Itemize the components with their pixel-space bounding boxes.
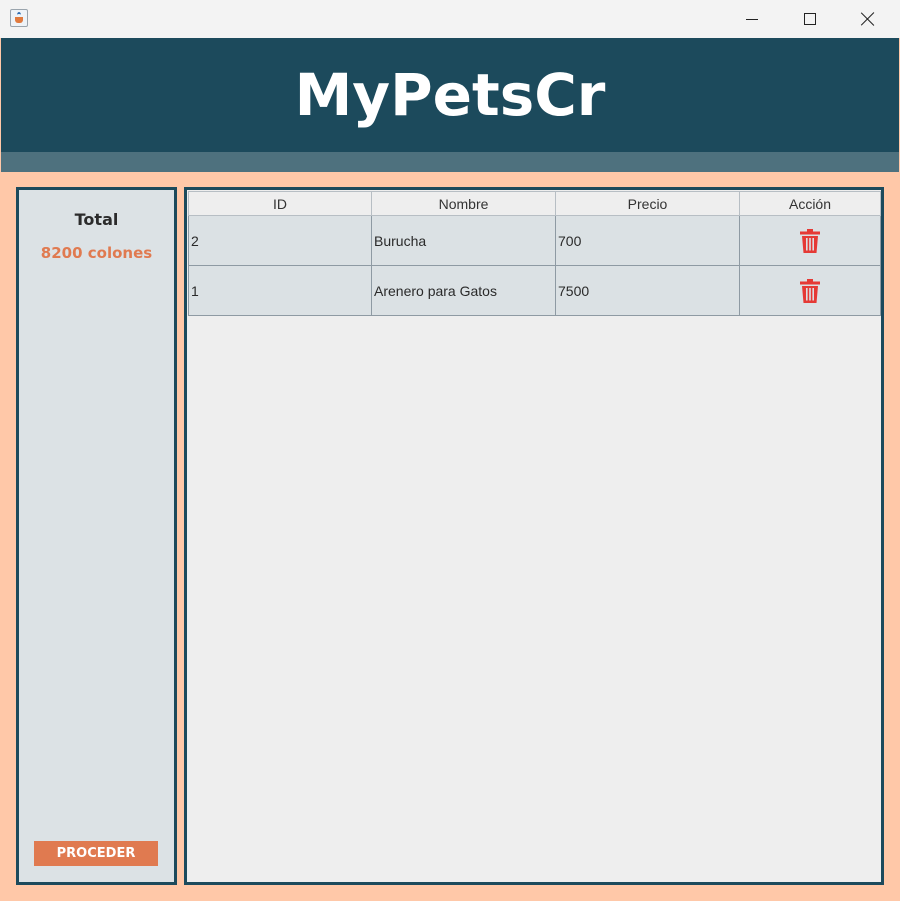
table-header: ID Nombre Precio Acción (188, 191, 881, 216)
minimize-icon (746, 18, 758, 20)
cell-nombre: Arenero para Gatos (372, 266, 556, 316)
trash-icon[interactable] (798, 228, 822, 254)
trash-icon[interactable] (798, 278, 822, 304)
maximize-icon (804, 13, 816, 25)
app-header: MyPetsCr (1, 38, 899, 152)
cell-precio: 700 (556, 216, 740, 266)
app-title: MyPetsCr (294, 61, 606, 129)
close-button[interactable] (839, 0, 897, 38)
column-header-accion[interactable]: Acción (740, 191, 881, 216)
column-header-id[interactable]: ID (188, 191, 372, 216)
cart-table: ID Nombre Precio Acción 2 Burucha 700 1 … (188, 191, 881, 316)
cell-nombre: Burucha (372, 216, 556, 266)
cell-id: 2 (188, 216, 372, 266)
close-icon (861, 12, 875, 26)
summary-panel: Total 8200 colones PROCEDER (16, 187, 177, 885)
cell-precio: 7500 (556, 266, 740, 316)
total-value: 8200 colones (40, 244, 153, 262)
column-header-nombre[interactable]: Nombre (372, 191, 556, 216)
cell-id: 1 (188, 266, 372, 316)
table-row[interactable]: 2 Burucha 700 (188, 216, 881, 266)
java-cup-icon (10, 9, 28, 27)
cell-accion (740, 216, 881, 266)
app-window: MyPetsCr Total 8200 colones PROCEDER ID … (0, 0, 900, 901)
column-header-precio[interactable]: Precio (556, 191, 740, 216)
proceed-button[interactable]: PROCEDER (34, 841, 158, 866)
cell-accion (740, 266, 881, 316)
cart-panel: ID Nombre Precio Acción 2 Burucha 700 1 … (184, 187, 884, 885)
table-row[interactable]: 1 Arenero para Gatos 7500 (188, 266, 881, 316)
minimize-button[interactable] (723, 0, 781, 38)
total-label: Total (74, 210, 119, 229)
title-bar (0, 0, 900, 38)
header-subbar (1, 152, 899, 172)
maximize-button[interactable] (781, 0, 839, 38)
